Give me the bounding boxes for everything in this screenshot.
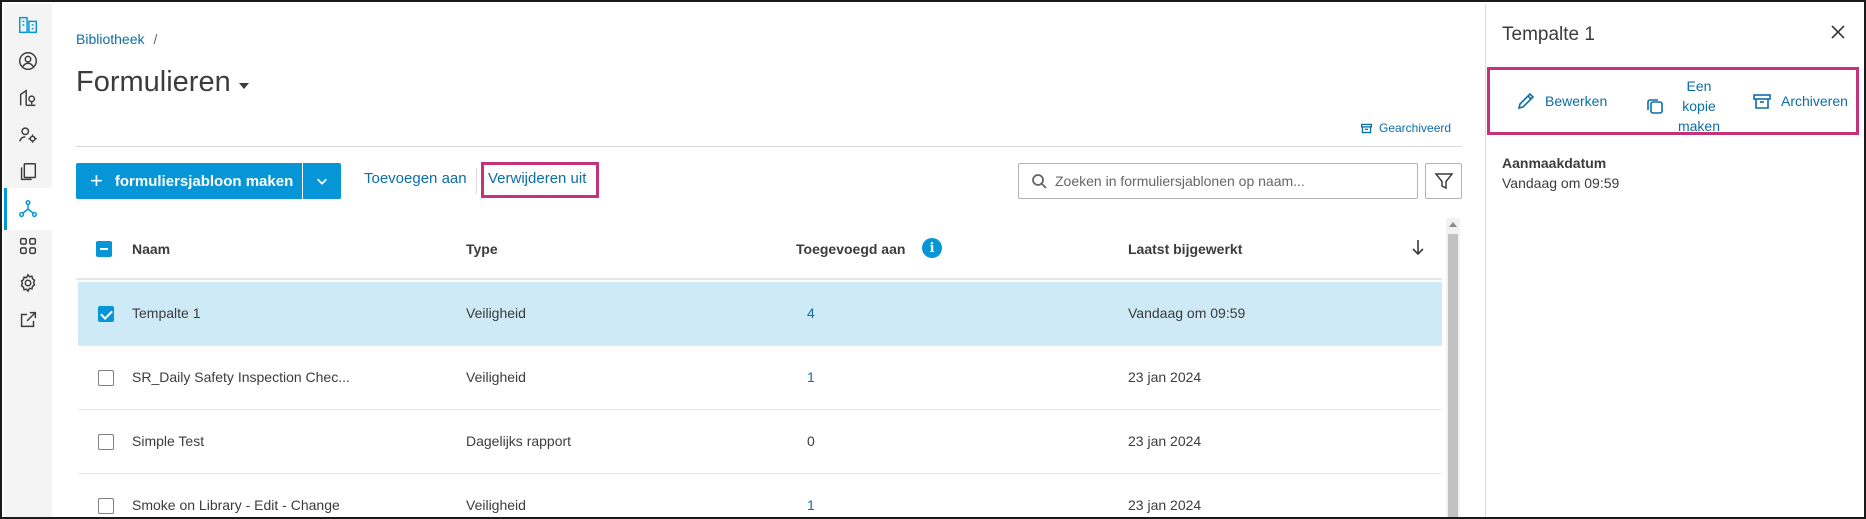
rail-user[interactable] — [4, 40, 52, 82]
table-row[interactable]: Simple Test Dagelijks rapport 0 23 jan 2… — [78, 410, 1442, 474]
created-date-value: Vandaag om 09:59 — [1502, 175, 1620, 191]
documents-icon — [20, 163, 37, 181]
left-rail — [4, 4, 52, 517]
info-icon[interactable]: i — [922, 238, 942, 258]
row-name: Tempalte 1 — [132, 305, 201, 321]
column-header-added-to[interactable]: Toegevoegd aan — [796, 241, 905, 257]
row-updated: Vandaag om 09:59 — [1128, 305, 1246, 321]
panel-title: Tempalte 1 — [1502, 24, 1595, 45]
archived-link[interactable]: Gearchiveerd — [1360, 121, 1451, 135]
table-header: Naam Type Toegevoegd aan i Laatst bijgew… — [76, 218, 1442, 280]
rail-settings[interactable] — [4, 262, 52, 304]
row-name: Simple Test — [132, 433, 205, 449]
copy-label: Een kopie maken — [1677, 78, 1721, 134]
breadcrumb-library-link[interactable]: Bibliotheek — [76, 31, 145, 47]
row-checkbox[interactable] — [98, 306, 114, 322]
copy-icon — [1647, 99, 1663, 114]
search-box[interactable] — [1018, 163, 1418, 199]
table-scrollbar[interactable] — [1446, 218, 1460, 517]
breadcrumb-separator: / — [153, 31, 158, 47]
row-name: Smoke on Library - Edit - Change — [132, 497, 340, 513]
row-checkbox[interactable] — [98, 370, 114, 386]
rail-external[interactable] — [4, 299, 52, 341]
row-updated: 23 jan 2024 — [1128, 369, 1202, 385]
search-input[interactable] — [1055, 173, 1415, 189]
rail-apps[interactable] — [4, 225, 52, 267]
apps-icon — [19, 237, 37, 255]
column-header-type[interactable]: Type — [466, 241, 498, 257]
toolbar-divider — [476, 168, 477, 194]
row-name: SR_Daily Safety Inspection Chec... — [132, 369, 350, 385]
user-icon — [19, 52, 37, 70]
row-type: Veiligheid — [466, 497, 526, 513]
plus-icon: + — [90, 168, 103, 193]
row-type: Veiligheid — [466, 369, 526, 385]
column-header-name[interactable]: Naam — [132, 241, 170, 257]
page-title-text: Formulieren — [76, 66, 231, 98]
edit-label: Bewerken — [1545, 93, 1608, 109]
copy-button[interactable]: Een kopie maken — [1645, 76, 1724, 136]
close-button[interactable] — [1829, 23, 1849, 43]
row-type: Dagelijks rapport — [466, 433, 572, 449]
create-options-dropdown[interactable] — [303, 163, 341, 199]
archive-label: Archiveren — [1781, 93, 1848, 109]
table-row[interactable]: Smoke on Library - Edit - Change Veiligh… — [78, 474, 1442, 517]
search-icon — [1032, 174, 1047, 189]
divider — [76, 146, 1462, 147]
edit-button[interactable]: Bewerken — [1516, 91, 1607, 111]
row-type: Veiligheid — [466, 305, 526, 321]
panel-actions-highlight: Bewerken Een kopie maken Archiveren — [1487, 67, 1859, 135]
highlight-box — [481, 162, 599, 198]
row-updated: 23 jan 2024 — [1128, 497, 1202, 513]
chevron-down-icon — [317, 178, 327, 185]
rail-network[interactable] — [4, 188, 52, 230]
column-header-updated[interactable]: Laatst bijgewerkt — [1128, 241, 1242, 257]
breadcrumb: Bibliotheek / — [76, 31, 157, 47]
row-added-to: 0 — [807, 433, 815, 449]
row-added-to-link[interactable]: 1 — [807, 369, 815, 385]
scrollbar-thumb[interactable] — [1448, 234, 1458, 517]
details-panel: Tempalte 1 Bewerken Een kopie maken Arch… — [1485, 4, 1864, 517]
page-title[interactable]: Formulieren — [76, 66, 249, 99]
caret-down-icon — [238, 82, 249, 89]
rail-user-settings[interactable] — [4, 114, 52, 156]
select-all-checkbox[interactable] — [96, 241, 112, 257]
row-checkbox[interactable] — [98, 498, 114, 514]
archive-icon — [1753, 94, 1771, 109]
archive-icon — [1360, 123, 1373, 133]
rail-location[interactable] — [4, 77, 52, 119]
app-window: Bibliotheek / Formulieren Gearchiveerd +… — [0, 0, 1866, 519]
table-row[interactable]: SR_Daily Safety Inspection Chec... Veili… — [78, 346, 1442, 410]
row-checkbox[interactable] — [98, 434, 114, 450]
row-added-to-link[interactable]: 1 — [807, 497, 815, 513]
archived-label: Gearchiveerd — [1379, 121, 1452, 135]
row-added-to-link[interactable]: 4 — [807, 305, 815, 321]
user-settings-icon — [19, 127, 37, 143]
gear-icon — [20, 273, 36, 293]
table-row[interactable]: Tempalte 1 Veiligheid 4 Vandaag om 09:59 — [78, 282, 1442, 346]
row-updated: 23 jan 2024 — [1128, 433, 1202, 449]
created-date-label: Aanmaakdatum — [1502, 155, 1607, 171]
create-template-label: formuliersjabloon maken — [114, 172, 294, 190]
external-link-icon — [20, 311, 37, 328]
pencil-icon — [1517, 92, 1535, 110]
filter-button[interactable] — [1425, 163, 1462, 199]
filter-icon — [1433, 173, 1454, 190]
sort-descending-icon[interactable] — [1410, 238, 1426, 261]
rail-documents[interactable] — [4, 151, 52, 193]
building-icon — [19, 16, 37, 34]
close-icon — [1831, 25, 1845, 39]
archive-button[interactable]: Archiveren — [1752, 91, 1848, 111]
network-icon — [19, 200, 37, 218]
location-icon — [19, 89, 36, 107]
add-to-button[interactable]: Toevoegen aan — [364, 170, 467, 187]
scroll-up-icon[interactable] — [1449, 222, 1457, 227]
create-template-button[interactable]: + formuliersjabloon maken — [76, 163, 302, 199]
